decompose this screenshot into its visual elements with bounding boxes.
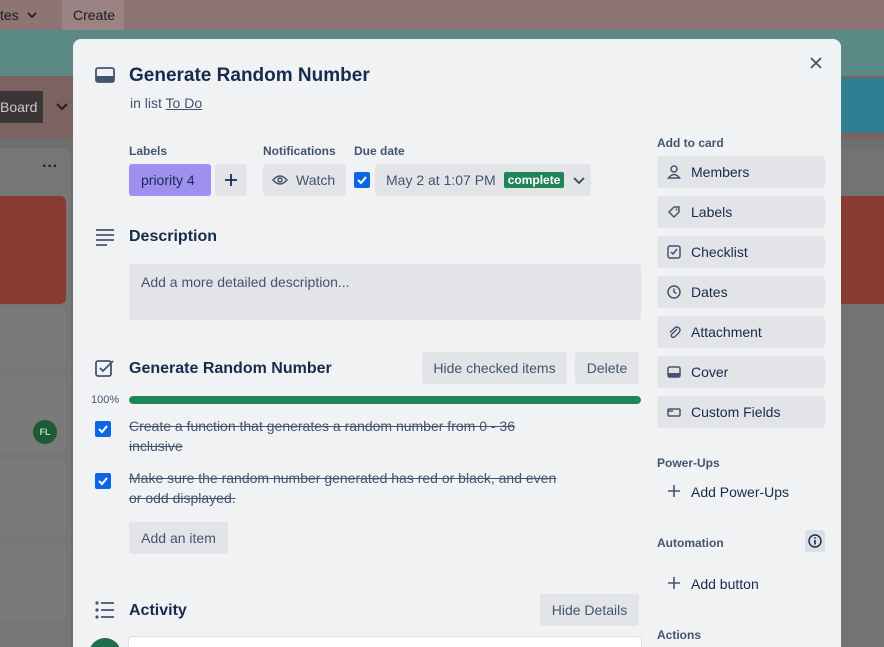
plus-icon (668, 576, 680, 589)
close-icon (810, 57, 822, 69)
checklist-item-checkbox[interactable] (95, 473, 111, 489)
due-date-button[interactable]: May 2 at 1:07 PM complete (375, 164, 591, 196)
checklist-title[interactable]: Generate Random Number (129, 360, 332, 378)
label-chip[interactable]: priority 4 (129, 164, 211, 196)
eye-icon (272, 175, 288, 185)
hide-details-button[interactable]: Hide Details (540, 594, 639, 626)
members-button[interactable]: Members (657, 156, 825, 188)
custom-fields-label: Custom Fields (691, 404, 781, 420)
description-heading: Description (129, 228, 218, 245)
comment-input[interactable] (129, 637, 641, 647)
plus-icon (225, 174, 237, 186)
in-list-prefix: in list (130, 95, 162, 111)
card-icon (95, 67, 115, 83)
add-checklist-item-button[interactable]: Add an item (129, 522, 228, 554)
description-input[interactable]: Add a more detailed description... (129, 264, 641, 320)
activity-icon (95, 601, 114, 619)
dates-label: Dates (691, 284, 728, 300)
add-to-card-heading: Add to card (657, 136, 724, 150)
create-button[interactable]: Create (62, 0, 124, 30)
power-ups-heading: Power-Ups (657, 456, 720, 470)
checklist-icon (95, 360, 114, 377)
attachment-button[interactable]: Attachment (657, 316, 825, 348)
due-date-heading: Due date (354, 144, 405, 158)
automation-heading: Automation (657, 536, 724, 550)
chevron-down-icon[interactable] (55, 99, 69, 113)
progress-fill (129, 396, 641, 404)
paperclip-icon (669, 326, 681, 339)
checklist-icon (667, 245, 681, 259)
background-card (0, 460, 66, 536)
list-link[interactable]: To Do (166, 95, 203, 111)
close-button[interactable] (805, 52, 827, 74)
delete-checklist-button[interactable]: Delete (575, 352, 639, 384)
card-title[interactable]: Generate Random Number (129, 65, 370, 87)
info-icon (808, 534, 822, 548)
automation-info-button[interactable] (805, 530, 825, 552)
list-breadcrumb: in list To Do (130, 95, 202, 111)
watch-label: Watch (296, 172, 336, 188)
progress-percent: 100% (91, 394, 120, 406)
labels-button[interactable]: Labels (657, 196, 825, 228)
chevron-down-icon (27, 12, 37, 19)
add-power-ups-button[interactable]: Add Power-Ups (657, 476, 825, 508)
check-icon (98, 477, 108, 486)
add-button-label: Add button (691, 576, 759, 592)
due-date-value: May 2 at 1:07 PM (386, 172, 496, 188)
checklist-item[interactable]: Create a function that generates a rando… (129, 416, 559, 456)
background-card (0, 308, 66, 368)
background-card (0, 376, 66, 452)
background-card (840, 196, 884, 304)
actions-heading: Actions (657, 628, 702, 642)
clock-icon (667, 285, 681, 299)
background-band-right (840, 78, 884, 133)
status-badge: complete (503, 172, 565, 188)
board-top-navbar: tes Create (0, 0, 884, 30)
check-icon (98, 425, 108, 434)
activity-heading: Activity (129, 602, 187, 619)
watch-button[interactable]: Watch (263, 164, 346, 196)
add-label-button[interactable] (215, 164, 247, 196)
description-icon (96, 229, 114, 246)
labels-label: Labels (691, 204, 733, 220)
add-power-ups-label: Add Power-Ups (691, 484, 790, 500)
checklist-item-checkbox[interactable] (95, 421, 111, 437)
cover-icon (667, 366, 681, 378)
tag-icon (667, 206, 680, 219)
custom-fields-button[interactable]: Custom Fields (657, 396, 825, 428)
plus-icon (668, 484, 680, 497)
chevron-down-icon (573, 177, 586, 185)
due-complete-checkbox[interactable] (354, 172, 370, 188)
checklist-button[interactable]: Checklist (657, 236, 825, 268)
dates-button[interactable]: Dates (657, 276, 825, 308)
cover-button[interactable]: Cover (657, 356, 825, 388)
background-card (0, 196, 66, 304)
check-icon (357, 176, 367, 185)
board-view-button[interactable]: Board (0, 91, 43, 123)
checklist-progress-bar (129, 396, 641, 404)
custom-fields-icon (667, 408, 681, 417)
hide-checked-items-button[interactable]: Hide checked items (422, 352, 567, 384)
labels-heading: Labels (129, 144, 168, 158)
members-label: Members (691, 164, 750, 180)
checklist-label: Checklist (691, 244, 748, 260)
person-icon (667, 165, 681, 179)
background-card (0, 544, 66, 620)
avatar[interactable]: FL (33, 420, 57, 444)
templates-menu[interactable]: tes (0, 7, 19, 23)
cover-label: Cover (691, 364, 729, 380)
list-menu-icon[interactable]: ··· (42, 158, 58, 176)
attachment-label: Attachment (691, 324, 762, 340)
notifications-heading: Notifications (263, 144, 336, 158)
add-button-button[interactable]: Add button (657, 568, 825, 600)
checklist-item[interactable]: Make sure the random number generated ha… (129, 468, 559, 508)
